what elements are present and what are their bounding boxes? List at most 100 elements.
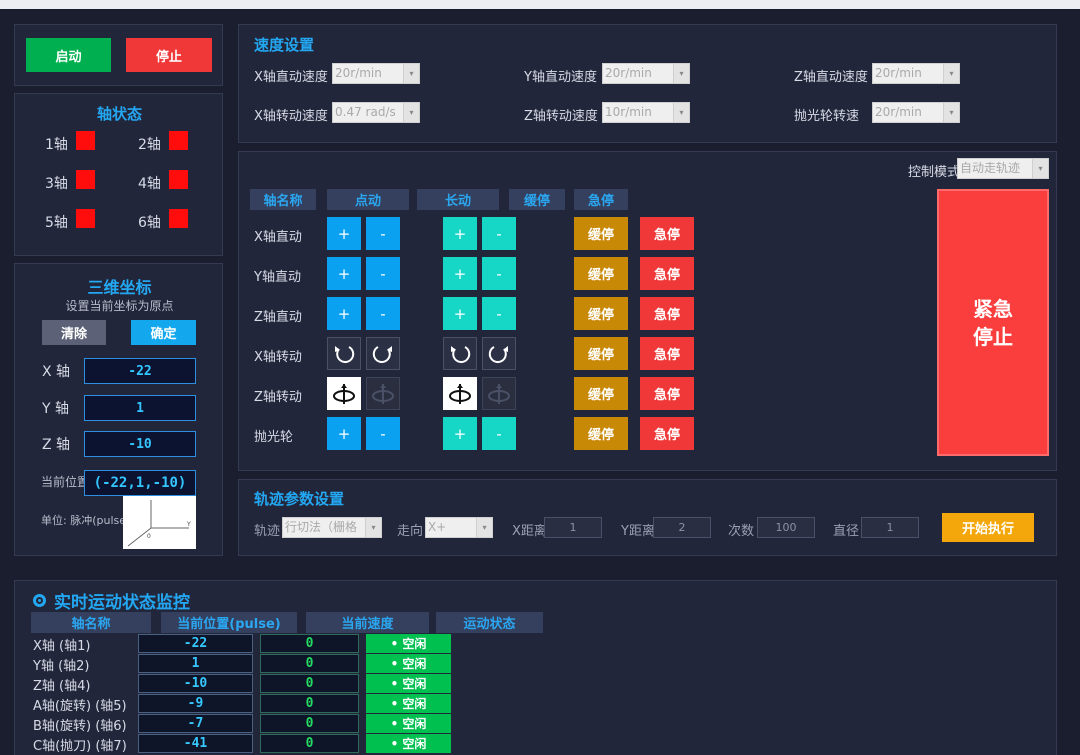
monitor-title-row: 实时运动状态监控: [33, 588, 190, 613]
slow-stop-button[interactable]: 缓停: [574, 337, 628, 370]
monitor-state-cell: • 空闲: [366, 654, 451, 673]
monitor-title: 实时运动状态监控: [54, 593, 190, 613]
path-select[interactable]: 行切法（栅格 ▾: [282, 517, 382, 538]
top-border: [0, 0, 1080, 9]
x-linear-speed-label: X轴直动速度: [254, 70, 328, 85]
slow-stop-button[interactable]: 缓停: [574, 217, 628, 250]
slow-stop-button[interactable]: 缓停: [574, 297, 628, 330]
slow-stop-button[interactable]: 缓停: [574, 417, 628, 450]
point-plus-button[interactable]: +: [327, 217, 361, 250]
diameter-input[interactable]: 1: [861, 517, 919, 538]
speed-settings-panel: 速度设置 X轴直动速度 20r/min ▾ Y轴直动速度 20r/min ▾ Z轴直…: [238, 24, 1057, 143]
monitor-panel: 实时运动状态监控 轴名称 当前位置(pulse) 当前速度 运动状态 X轴 (轴…: [14, 580, 1057, 755]
point-plus-button[interactable]: +: [327, 297, 361, 330]
coordinate-title: 三维坐标: [87, 278, 152, 297]
z-linear-speed-value: 20r/min: [875, 66, 922, 80]
y-linear-speed-select[interactable]: 20r/min ▾: [602, 63, 690, 84]
emergency-stop-line2: 停止: [973, 324, 1013, 349]
slow-stop-button[interactable]: 缓停: [574, 257, 628, 290]
monitor-state-cell: • 空闲: [366, 674, 451, 693]
count-input[interactable]: 100: [757, 517, 815, 538]
point-plus-button[interactable]: +: [327, 257, 361, 290]
chevron-down-icon: ▾: [673, 64, 689, 83]
axis-status-indicator: [169, 170, 188, 189]
slow-stop-button[interactable]: 缓停: [574, 377, 628, 410]
monitor-state-cell: • 空闲: [366, 714, 451, 733]
z-linear-speed-select[interactable]: 20r/min ▾: [872, 63, 960, 84]
polish-wheel-speed-label: 抛光轮转速: [794, 109, 860, 124]
x-axis-label: X 轴: [42, 364, 71, 380]
x-rotation-speed-select[interactable]: 0.47 rad/s ▾: [332, 102, 420, 123]
point-rotate-cw-icon[interactable]: [366, 337, 400, 370]
monitor-position-cell: -9: [138, 694, 253, 713]
path-value: 行切法（栅格: [285, 520, 358, 534]
stop-button[interactable]: 停止: [126, 38, 212, 72]
jog-axis-name: 抛光轮: [254, 430, 294, 445]
polish-wheel-speed-select[interactable]: 20r/min ▾: [872, 102, 960, 123]
svg-text:0: 0: [147, 533, 151, 540]
monitor-state-cell: • 空闲: [366, 734, 451, 753]
x-distance-input[interactable]: 1: [544, 517, 602, 538]
continuous-rotate-cw-icon[interactable]: [482, 337, 516, 370]
point-spin-reverse-icon[interactable]: [366, 377, 400, 410]
header-slow-stop: 缓停: [509, 189, 565, 210]
z-rotation-speed-select[interactable]: 10r/min ▾: [602, 102, 690, 123]
monitor-speed-cell: 0: [260, 674, 359, 693]
continuous-minus-button[interactable]: -: [482, 297, 516, 330]
x-rotation-speed-label: X轴转动速度: [254, 109, 328, 124]
axis-estop-button[interactable]: 急停: [640, 217, 694, 250]
jog-axis-name: Y轴直动: [254, 270, 301, 285]
control-mode-select[interactable]: 自动走轨迹 ▾: [957, 158, 1049, 179]
x-linear-speed-value: 20r/min: [335, 66, 382, 80]
point-rotate-ccw-icon[interactable]: [327, 337, 361, 370]
monitor-position-cell: -7: [138, 714, 253, 733]
axis-status-indicator: [76, 170, 95, 189]
continuous-minus-button[interactable]: -: [482, 257, 516, 290]
continuous-plus-button[interactable]: +: [443, 217, 477, 250]
continuous-spin-icon[interactable]: [443, 377, 477, 410]
continuous-minus-button[interactable]: -: [482, 217, 516, 250]
confirm-button[interactable]: 确定: [131, 320, 196, 345]
axis-estop-button[interactable]: 急停: [640, 417, 694, 450]
start-button[interactable]: 启动: [26, 38, 111, 72]
point-plus-button[interactable]: +: [327, 417, 361, 450]
continuous-plus-button[interactable]: +: [443, 417, 477, 450]
x-rotation-speed-value: 0.47 rad/s: [335, 105, 396, 119]
continuous-plus-button[interactable]: +: [443, 297, 477, 330]
trajectory-title: 轨迹参数设置: [254, 490, 345, 508]
jog-axis-name: Z轴直动: [254, 310, 302, 325]
axis-estop-button[interactable]: 急停: [640, 257, 694, 290]
point-minus-button[interactable]: -: [366, 217, 400, 250]
x-distance-label: X距离: [512, 524, 547, 539]
axis-status-title: 轴状态: [96, 105, 142, 123]
axis-estop-button[interactable]: 急停: [640, 377, 694, 410]
continuous-rotate-ccw-icon[interactable]: [443, 337, 477, 370]
start-execution-button[interactable]: 开始执行: [942, 513, 1034, 542]
x-linear-speed-select[interactable]: 20r/min ▾: [332, 63, 420, 84]
continuous-plus-button[interactable]: +: [443, 257, 477, 290]
axis-label-4: 4轴: [138, 176, 161, 192]
axis-estop-button[interactable]: 急停: [640, 297, 694, 330]
chevron-down-icon: ▾: [1032, 159, 1048, 178]
monitor-axis-name: Z轴 (轴4): [33, 679, 91, 694]
y-linear-speed-label: Y轴直动速度: [524, 70, 597, 85]
monitor-header-axis: 轴名称: [31, 612, 151, 633]
point-minus-button[interactable]: -: [366, 297, 400, 330]
point-spin-icon[interactable]: [327, 377, 361, 410]
jog-axis-name: X轴直动: [254, 230, 302, 245]
emergency-stop-button[interactable]: 紧急 停止: [937, 189, 1049, 456]
trajectory-panel: 轨迹参数设置 轨迹 行切法（栅格 ▾ 走向 X+ ▾ X距离 1 Y距离 2 次数 …: [238, 479, 1057, 556]
y-distance-input[interactable]: 2: [653, 517, 711, 538]
jog-control-panel: 控制模式 自动走轨迹 ▾ 轴名称 点动 长动 缓停 急停 X轴直动 + - + - 缓停 急停…: [238, 151, 1057, 471]
axis-estop-button[interactable]: 急停: [640, 337, 694, 370]
monitor-speed-cell: 0: [260, 694, 359, 713]
clear-button[interactable]: 清除: [42, 320, 106, 345]
point-minus-button[interactable]: -: [366, 257, 400, 290]
monitor-position-cell: -41: [138, 734, 253, 753]
diameter-label: 直径: [833, 524, 860, 539]
continuous-minus-button[interactable]: -: [482, 417, 516, 450]
continuous-spin-reverse-icon[interactable]: [482, 377, 516, 410]
header-axis-name: 轴名称: [250, 189, 316, 210]
point-minus-button[interactable]: -: [366, 417, 400, 450]
direction-select[interactable]: X+ ▾: [425, 517, 493, 538]
